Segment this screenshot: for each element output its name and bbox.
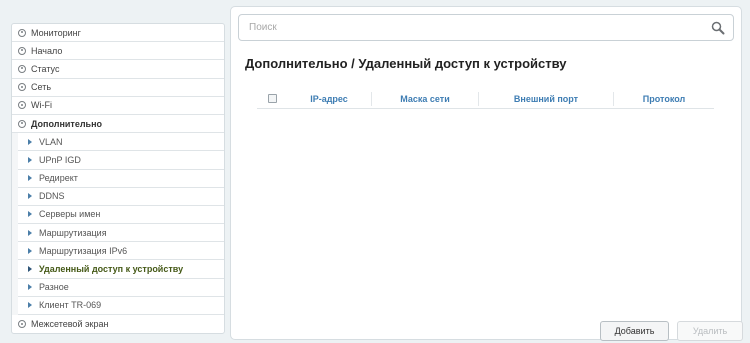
sidebar-item-label: Сеть bbox=[31, 82, 52, 93]
bullet-icon bbox=[18, 64, 26, 73]
sidebar-item-firewall[interactable]: Межсетевой экран bbox=[12, 315, 224, 333]
arrow-right-icon bbox=[28, 211, 32, 218]
submenu-item-label: Маршрутизация bbox=[39, 227, 107, 238]
arrow-right-icon bbox=[28, 229, 32, 236]
submenu-item-dns-servers[interactable]: Серверы имен bbox=[18, 205, 224, 225]
bullet-icon bbox=[18, 28, 26, 37]
bullet-icon bbox=[18, 101, 26, 110]
column-header-protocol[interactable]: Протокол bbox=[613, 91, 714, 106]
bullet-icon bbox=[18, 83, 26, 92]
sidebar-item-status[interactable]: Статус bbox=[12, 60, 224, 79]
sidebar-item-label: Дополнительно bbox=[31, 118, 103, 129]
bullet-icon bbox=[18, 46, 26, 55]
sidebar-item-advanced[interactable]: Дополнительно bbox=[12, 115, 224, 134]
sidebar-item-label: Wi-Fi bbox=[31, 100, 52, 111]
submenu-item-misc[interactable]: Разное bbox=[18, 278, 224, 297]
sidebar-item-label: Мониторинг bbox=[31, 27, 81, 38]
submenu-item-label: Редирект bbox=[39, 173, 78, 184]
arrow-right-icon bbox=[28, 175, 32, 182]
select-all-cell bbox=[257, 94, 287, 103]
search-box bbox=[238, 14, 734, 41]
submenu-item-label: DDNS bbox=[39, 191, 65, 202]
submenu-item-upnp[interactable]: UPnP IGD bbox=[18, 151, 224, 170]
submenu-item-redirect[interactable]: Редирект bbox=[18, 169, 224, 188]
submenu-item-label: Разное bbox=[39, 282, 69, 293]
sidebar-item-label: Начало bbox=[31, 45, 63, 56]
arrow-right-icon bbox=[28, 156, 32, 163]
sidebar-item-network[interactable]: Сеть bbox=[12, 79, 224, 97]
page-title: Дополнительно / Удаленный доступ к устро… bbox=[245, 56, 567, 71]
arrow-right-icon bbox=[28, 302, 32, 309]
sidebar-item-start[interactable]: Начало bbox=[12, 42, 224, 61]
submenu-item-routing-ipv6[interactable]: Маршрутизация IPv6 bbox=[18, 242, 224, 261]
submenu-item-label: Серверы имен bbox=[39, 209, 101, 220]
submenu-item-ddns[interactable]: DDNS bbox=[18, 187, 224, 206]
sidebar-item-monitoring[interactable]: Мониторинг bbox=[12, 24, 224, 43]
submenu-item-vlan[interactable]: VLAN bbox=[18, 133, 224, 152]
sidebar-item-label: Статус bbox=[31, 63, 60, 74]
arrow-right-icon bbox=[28, 138, 32, 145]
sidebar-item-wifi[interactable]: Wi-Fi bbox=[12, 97, 224, 115]
column-header-ip[interactable]: IP-адрес bbox=[287, 92, 371, 106]
submenu-item-label: Клиент TR-069 bbox=[39, 300, 102, 311]
bullet-icon bbox=[18, 320, 26, 329]
search-input[interactable] bbox=[249, 22, 689, 33]
add-button[interactable]: Добавить bbox=[600, 321, 669, 341]
submenu-item-label: VLAN bbox=[39, 136, 63, 147]
column-header-external-port[interactable]: Внешний порт bbox=[478, 91, 613, 106]
column-header-netmask[interactable]: Маска сети bbox=[371, 91, 478, 106]
sidebar-submenu: VLAN UPnP IGD Редирект DDNS Серверы имен… bbox=[12, 133, 224, 315]
bullet-icon bbox=[18, 119, 26, 128]
sidebar-item-label: Межсетевой экран bbox=[31, 319, 109, 330]
table-header: IP-адрес Маска сети Внешний порт Протоко… bbox=[257, 89, 714, 109]
submenu-item-remote-access[interactable]: Удаленный доступ к устройству bbox=[18, 260, 224, 279]
search-icon[interactable] bbox=[711, 21, 725, 35]
submenu-item-tr069[interactable]: Клиент TR-069 bbox=[18, 296, 224, 315]
delete-button[interactable]: Удалить bbox=[677, 321, 743, 341]
submenu-item-routing[interactable]: Маршрутизация bbox=[18, 224, 224, 243]
content-panel: Дополнительно / Удаленный доступ к устро… bbox=[230, 6, 743, 341]
submenu-item-label: Маршрутизация IPv6 bbox=[39, 245, 128, 256]
submenu-item-label: Удаленный доступ к устройству bbox=[39, 264, 184, 275]
select-all-checkbox[interactable] bbox=[267, 94, 277, 103]
sidebar-menu: Мониторинг Начало Статус Сеть Wi-Fi Допо… bbox=[11, 23, 225, 335]
arrow-right-icon bbox=[28, 266, 32, 273]
arrow-right-icon bbox=[28, 193, 32, 200]
arrow-right-icon bbox=[28, 284, 32, 291]
arrow-right-icon bbox=[28, 247, 32, 254]
submenu-item-label: UPnP IGD bbox=[39, 154, 81, 165]
